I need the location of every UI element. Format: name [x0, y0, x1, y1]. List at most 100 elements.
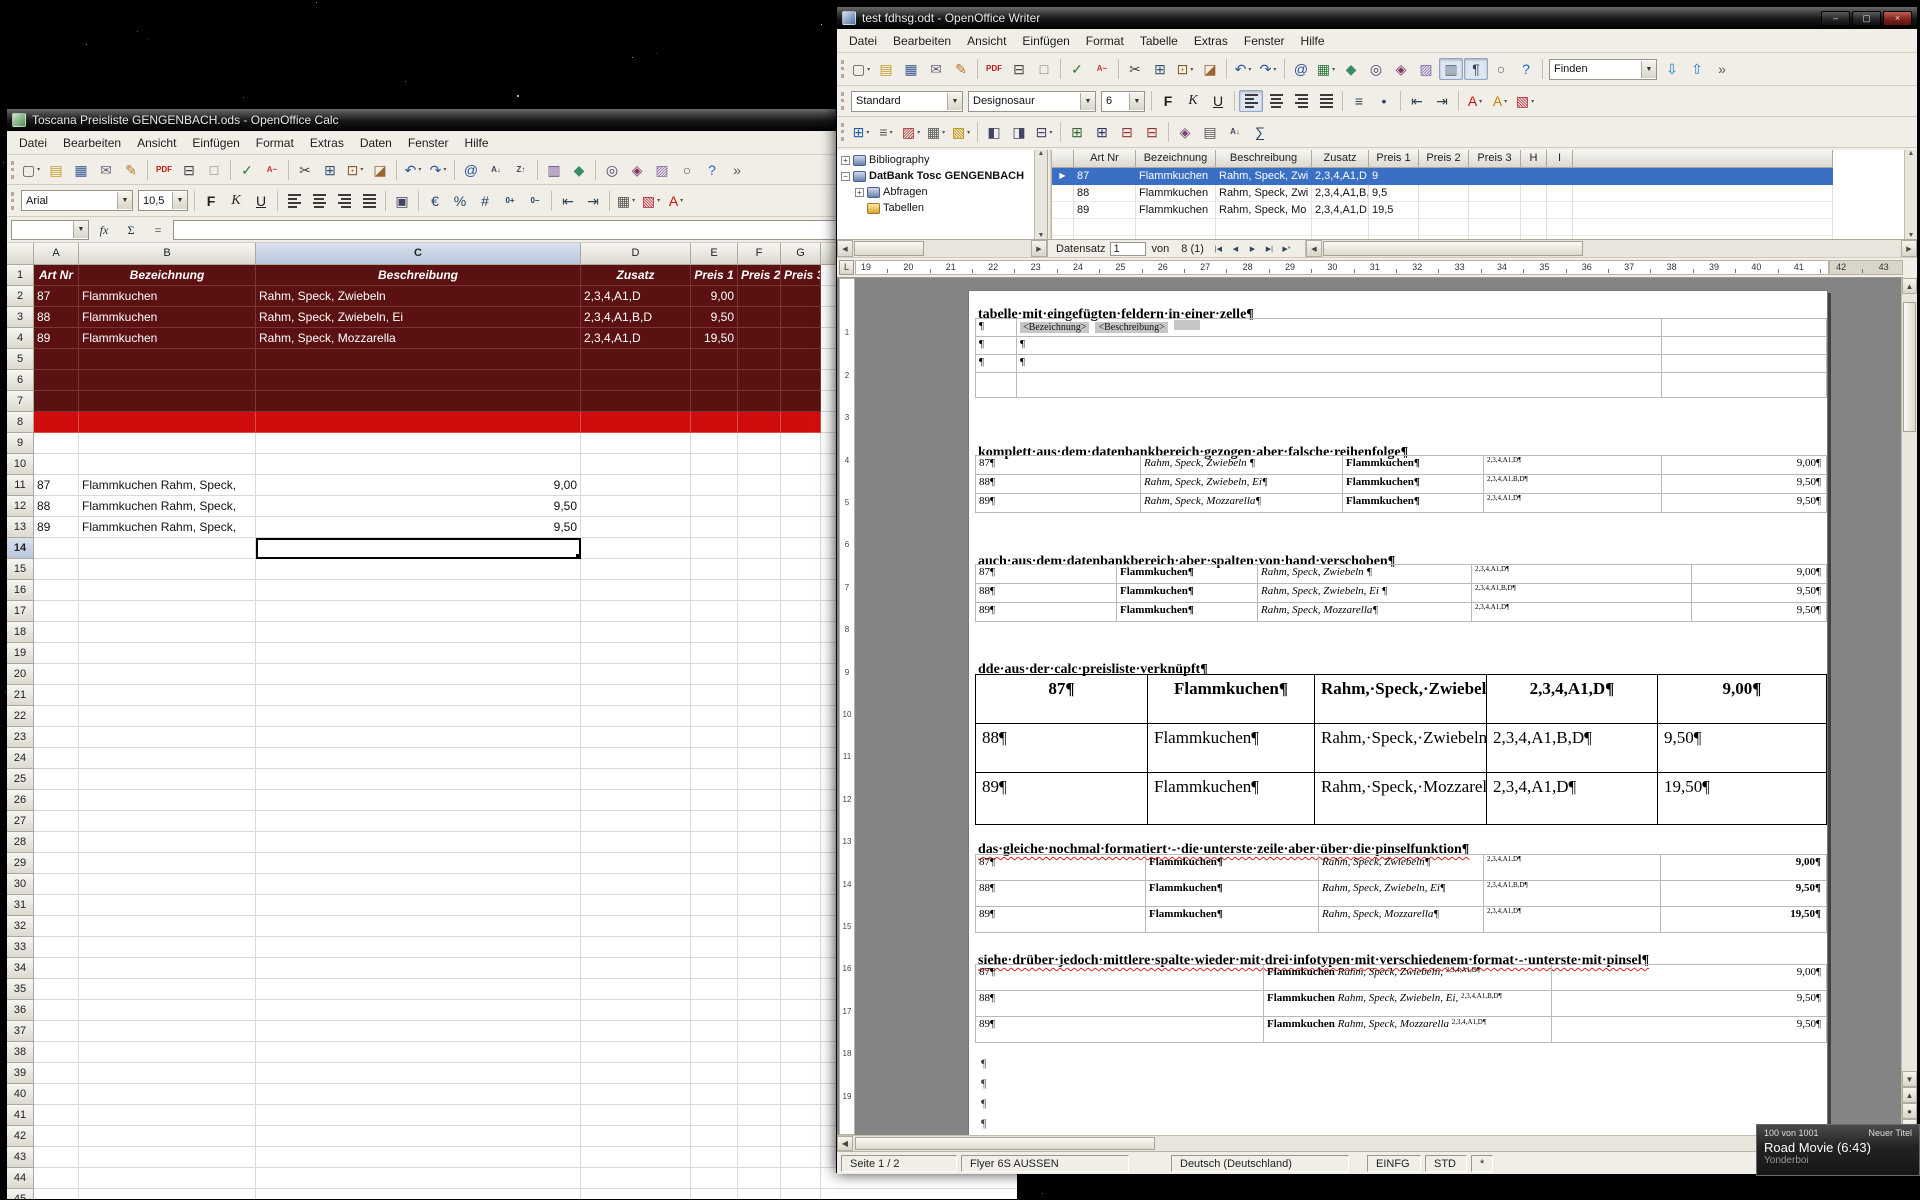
- optimize-table-icon[interactable]: ⊟▾: [1032, 121, 1056, 143]
- bold-icon[interactable]: F: [199, 190, 223, 212]
- cell-A27[interactable]: [34, 811, 79, 832]
- column-header-C[interactable]: C: [256, 243, 581, 265]
- cell-A17[interactable]: [34, 601, 79, 622]
- cell-G31[interactable]: [781, 895, 821, 916]
- writer-menu-extras[interactable]: Extras: [1186, 30, 1236, 52]
- scroll-down-icon[interactable]: ▼: [1908, 232, 1915, 239]
- scroll-left-icon[interactable]: ◀: [837, 240, 853, 257]
- cell-F11[interactable]: [738, 475, 781, 496]
- cell-A4[interactable]: 89: [34, 328, 79, 349]
- table-cell[interactable]: Flammkuchen¶: [1343, 475, 1484, 494]
- cell-C34[interactable]: [256, 958, 581, 979]
- cell-E24[interactable]: [691, 748, 738, 769]
- calc-menu-datei[interactable]: Datei: [11, 132, 55, 154]
- cell-D33[interactable]: [581, 937, 691, 958]
- show-draw-functions-icon[interactable]: ◆: [1339, 58, 1363, 80]
- grid-cell[interactable]: [1547, 168, 1573, 185]
- align-right-icon[interactable]: [1289, 90, 1313, 112]
- table-cell[interactable]: 2,3,4,A1,D¶: [1472, 565, 1692, 584]
- insert-mode-indicator[interactable]: EINFG: [1367, 1155, 1421, 1172]
- cell-F13[interactable]: [738, 517, 781, 538]
- scroll-up-icon[interactable]: ▲: [1038, 150, 1045, 157]
- cell-B17[interactable]: [79, 601, 256, 622]
- decrease-indent-icon[interactable]: ⇤: [556, 190, 580, 212]
- cell-D29[interactable]: [581, 853, 691, 874]
- sum-button[interactable]: Σ: [119, 220, 143, 240]
- cell-D42[interactable]: [581, 1126, 691, 1147]
- cell-E12[interactable]: [691, 496, 738, 517]
- cell-E39[interactable]: [691, 1063, 738, 1084]
- table-cell[interactable]: ¶: [1017, 355, 1662, 373]
- bold-icon[interactable]: F: [1156, 90, 1180, 112]
- cell-D37[interactable]: [581, 1021, 691, 1042]
- cell-G13[interactable]: [781, 517, 821, 538]
- cell-D40[interactable]: [581, 1084, 691, 1105]
- toolbar-grip[interactable]: [11, 161, 14, 179]
- line-color-icon[interactable]: ▨▾: [899, 121, 923, 143]
- cell-G28[interactable]: [781, 832, 821, 853]
- cell-A6[interactable]: [34, 370, 79, 391]
- table-cell[interactable]: Flammkuchen¶: [1343, 456, 1484, 475]
- row-header-23[interactable]: 23: [7, 727, 34, 748]
- row-header-25[interactable]: 25: [7, 769, 34, 790]
- grid-cell[interactable]: Flammkuchen: [1136, 202, 1216, 219]
- cell-C14[interactable]: [256, 538, 581, 559]
- table-cell[interactable]: 9,50¶: [1692, 603, 1827, 622]
- cell-F43[interactable]: [738, 1147, 781, 1168]
- cell-B33[interactable]: [79, 937, 256, 958]
- align-right-icon[interactable]: [332, 190, 356, 212]
- cell-A7[interactable]: [34, 391, 79, 412]
- cell-A29[interactable]: [34, 853, 79, 874]
- cell-A2[interactable]: 87: [34, 286, 79, 307]
- underline-icon[interactable]: U: [1206, 90, 1230, 112]
- cell-E36[interactable]: [691, 1000, 738, 1021]
- cell-F6[interactable]: [738, 370, 781, 391]
- table-cell[interactable]: 2,3,4,A1,B,D¶: [1484, 475, 1662, 494]
- background-color-icon[interactable]: ▧▾: [639, 190, 663, 212]
- cell-D11[interactable]: [581, 475, 691, 496]
- cell-C35[interactable]: [256, 979, 581, 1000]
- cell-A21[interactable]: [34, 685, 79, 706]
- table-cell[interactable]: 88¶: [976, 584, 1117, 603]
- cell-A10[interactable]: [34, 454, 79, 475]
- cell-G8[interactable]: [781, 412, 821, 433]
- cell-D13[interactable]: [581, 517, 691, 538]
- row-header-34[interactable]: 34: [7, 958, 34, 979]
- cell-E23[interactable]: [691, 727, 738, 748]
- grid-row-89[interactable]: 89FlammkuchenRahm, Speck, Mo2,3,4,A1,D19…: [1052, 202, 1917, 219]
- grid-cell[interactable]: [1419, 202, 1469, 219]
- gallery-icon[interactable]: ▨: [650, 159, 674, 181]
- scroll-down-icon[interactable]: ▼: [1902, 1071, 1917, 1087]
- cell-F21[interactable]: [738, 685, 781, 706]
- add-decimal-place-icon[interactable]: 0+: [498, 190, 522, 212]
- print-document-icon[interactable]: ⊟: [1007, 58, 1031, 80]
- new-document-icon[interactable]: ▢▾: [19, 159, 43, 181]
- cell-D12[interactable]: [581, 496, 691, 517]
- scroll-up-icon[interactable]: ▲: [1902, 278, 1917, 294]
- cell-E31[interactable]: [691, 895, 738, 916]
- cell-D18[interactable]: [581, 622, 691, 643]
- font-name-combo[interactable]: Designosaur▼: [968, 91, 1096, 112]
- cell-A37[interactable]: [34, 1021, 79, 1042]
- save-document-icon[interactable]: ▦: [69, 159, 93, 181]
- cell-C18[interactable]: [256, 622, 581, 643]
- new-document-icon[interactable]: ▢▾: [849, 58, 873, 80]
- cell-G6[interactable]: [781, 370, 821, 391]
- redo-icon[interactable]: ↷▾: [426, 159, 450, 181]
- next-record-icon[interactable]: ▶: [1244, 242, 1261, 256]
- cell-D30[interactable]: [581, 874, 691, 895]
- row-header-28[interactable]: 28: [7, 832, 34, 853]
- align-justified-icon[interactable]: [357, 190, 381, 212]
- cell-C40[interactable]: [256, 1084, 581, 1105]
- tree-item-bibliography[interactable]: +Bibliography: [837, 152, 1034, 168]
- table-cell[interactable]: Flammkuchen¶: [1148, 675, 1315, 724]
- table-cell[interactable]: [1662, 319, 1827, 337]
- row-header-39[interactable]: 39: [7, 1063, 34, 1084]
- grid-column-header-i[interactable]: I: [1547, 150, 1573, 168]
- cell-G20[interactable]: [781, 664, 821, 685]
- cell-A12[interactable]: 88: [34, 496, 79, 517]
- row-header-31[interactable]: 31: [7, 895, 34, 916]
- paragraph-mark[interactable]: ¶: [981, 1116, 986, 1131]
- table-cell[interactable]: Rahm, Speck, Mozzarella¶: [1319, 907, 1484, 933]
- cell-G24[interactable]: [781, 748, 821, 769]
